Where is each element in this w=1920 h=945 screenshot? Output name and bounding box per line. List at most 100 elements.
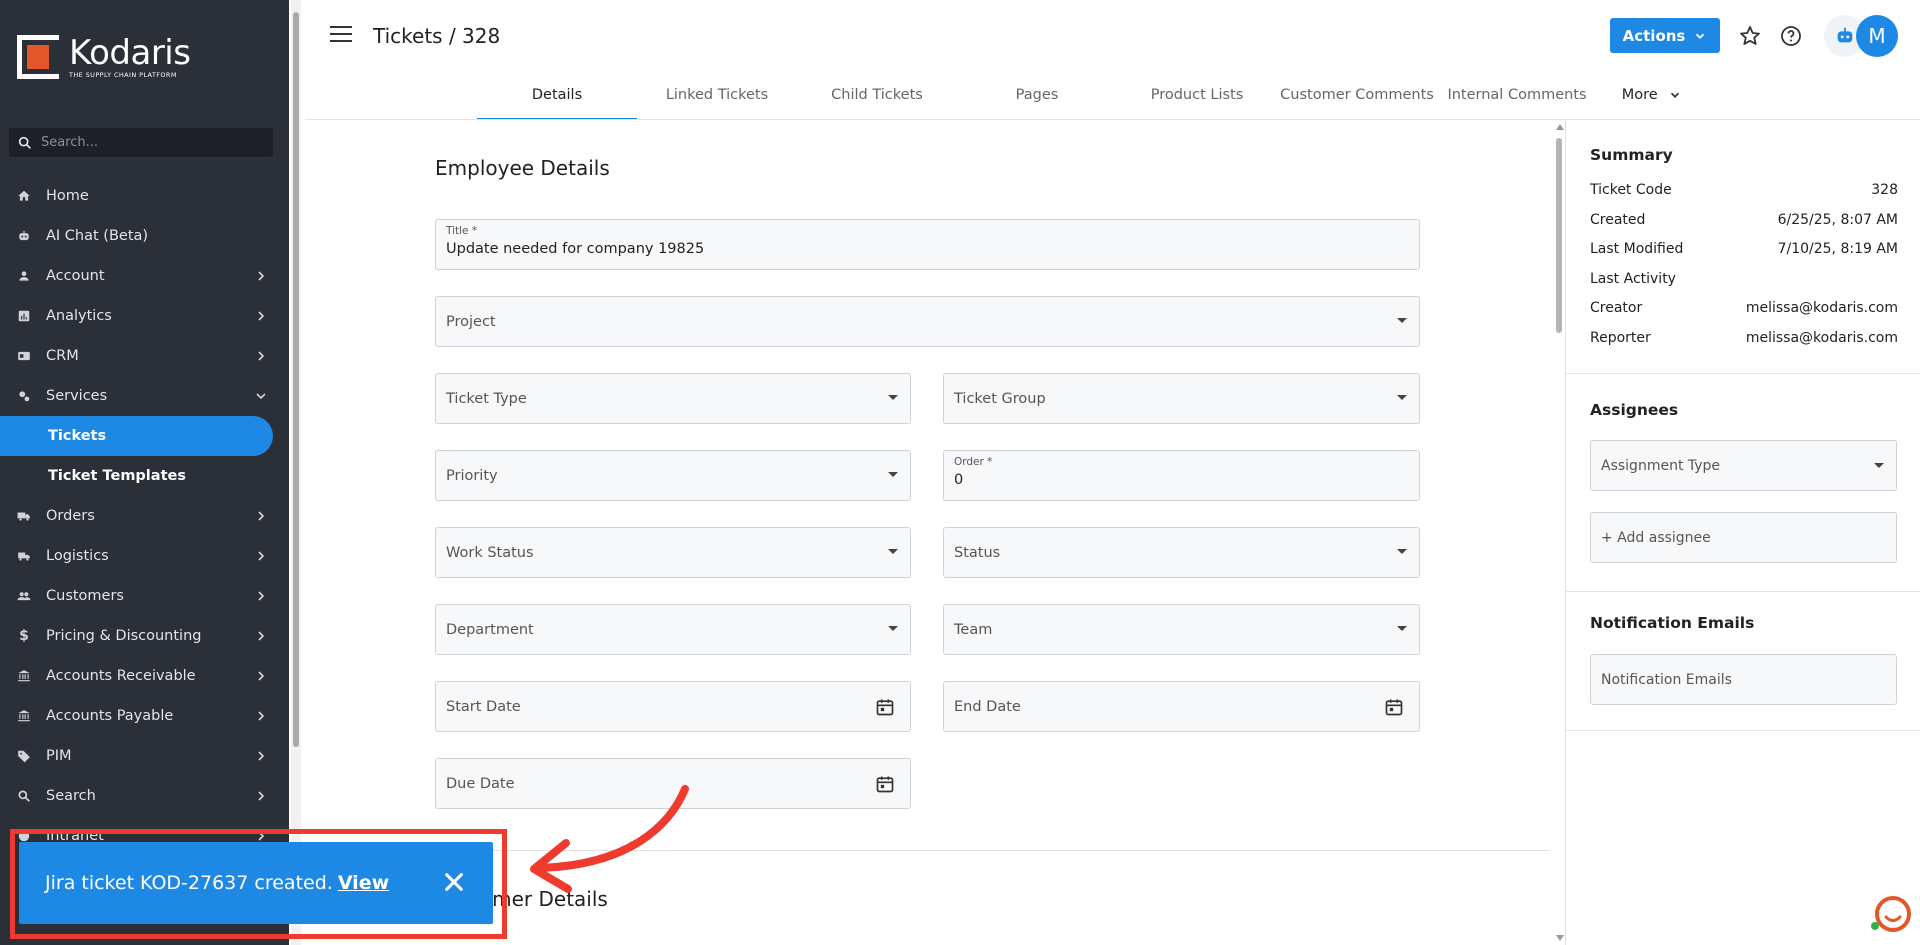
summary-key: Last Activity [1590, 271, 1676, 287]
summary-value: melissa@kodaris.com [1745, 330, 1898, 346]
sidebar-search-input[interactable] [41, 135, 251, 150]
sidebar-item-tickets[interactable]: Tickets [0, 416, 273, 456]
main-scrollbar-thumb[interactable] [1556, 138, 1562, 333]
tab-more-label: More [1621, 87, 1658, 103]
tab-internal-comments[interactable]: Internal Comments [1437, 74, 1597, 120]
notification-emails-label: Notification Emails [1601, 672, 1732, 688]
actions-button-label: Actions [1622, 26, 1686, 45]
menu-icon[interactable] [330, 26, 352, 46]
sidebar-item-account[interactable]: Account [0, 256, 289, 296]
order-field-label: Order * [954, 456, 993, 468]
kodaris-logo[interactable]: Kodaris THE SUPPLY CHAIN PLATFORM [17, 35, 191, 79]
toast-view-link[interactable]: View [338, 872, 389, 894]
avatar[interactable]: M [1856, 15, 1898, 57]
scroll-down-arrow-icon[interactable] [1556, 935, 1564, 941]
summary-value: 7/10/25, 8:19 AM [1777, 241, 1898, 257]
end-date-field[interactable]: End Date [943, 681, 1420, 732]
actions-button[interactable]: Actions [1610, 18, 1720, 53]
due-date-label: Due Date [446, 776, 515, 792]
sidebar-item-analytics[interactable]: Analytics [0, 296, 289, 336]
chat-support-icon[interactable] [1868, 892, 1912, 936]
star-icon[interactable] [1738, 24, 1762, 48]
title-field-value: Update needed for company 19825 [446, 241, 705, 257]
sidebar-item-home[interactable]: Home [0, 176, 289, 216]
help-icon[interactable] [1779, 24, 1803, 48]
summary-row: Creator melissa@kodaris.com [1590, 300, 1898, 316]
close-icon[interactable] [443, 871, 465, 893]
sidebar-item-accounts-receivable[interactable]: Accounts Receivable [0, 656, 289, 696]
annotation-arrow-icon [530, 785, 689, 893]
summary-row: Last Modified 7/10/25, 8:19 AM [1590, 241, 1898, 257]
sidebar-item-services[interactable]: Services [0, 376, 289, 416]
home-icon [16, 188, 32, 204]
dropdown-arrow-icon [1874, 463, 1884, 468]
tab-more[interactable]: More [1597, 74, 1707, 120]
chevron-right-icon [258, 351, 265, 361]
summary-key: Ticket Code [1590, 182, 1672, 198]
summary-value: melissa@kodaris.com [1745, 300, 1898, 316]
priority-select[interactable]: Priority [435, 450, 911, 501]
status-select[interactable]: Status [943, 527, 1420, 578]
tab-pages[interactable]: Pages [957, 74, 1117, 120]
panel-divider [1566, 373, 1920, 374]
calendar-icon[interactable] [875, 774, 895, 794]
assignees-title: Assignees [1590, 401, 1679, 419]
summary-row: Created 6/25/25, 8:07 AM [1590, 212, 1898, 228]
tab-product-lists[interactable]: Product Lists [1117, 74, 1277, 120]
tab-customer-comments[interactable]: Customer Comments [1277, 74, 1437, 120]
ticket-type-select[interactable]: Ticket Type [435, 373, 911, 424]
add-assignee-label: + Add assignee [1601, 530, 1711, 546]
work-status-select[interactable]: Work Status [435, 527, 911, 578]
team-select[interactable]: Team [943, 604, 1420, 655]
sidebar-item-pricing[interactable]: $ Pricing & Discounting [0, 616, 289, 656]
start-date-label: Start Date [446, 699, 521, 715]
sidebar-search[interactable] [9, 128, 273, 157]
sidebar-item-label: Services [46, 388, 108, 404]
start-date-field[interactable]: Start Date [435, 681, 911, 732]
end-date-label: End Date [954, 699, 1021, 715]
dropdown-arrow-icon [1397, 318, 1407, 323]
project-select[interactable]: Project [435, 296, 1420, 347]
sidebar-item-ai-chat[interactable]: AI Chat (Beta) [0, 216, 289, 256]
notification-emails-title: Notification Emails [1590, 614, 1755, 632]
department-select[interactable]: Department [435, 604, 911, 655]
assignment-type-select[interactable]: Assignment Type [1590, 440, 1897, 491]
team-label: Team [954, 622, 993, 638]
summary-row: Ticket Code 328 [1590, 182, 1898, 198]
sidebar-item-orders[interactable]: Orders [0, 496, 289, 536]
sidebar-item-label: Customers [46, 588, 124, 604]
order-field[interactable]: Order * 0 [943, 450, 1420, 501]
sidebar-item-crm[interactable]: CRM [0, 336, 289, 376]
tab-child-tickets[interactable]: Child Tickets [797, 74, 957, 120]
sidebar-scrollbar-thumb[interactable] [293, 12, 299, 747]
summary-title: Summary [1590, 146, 1673, 164]
title-field[interactable]: Title * Update needed for company 19825 [435, 219, 1420, 270]
truck-icon [16, 508, 32, 524]
sidebar-item-logistics[interactable]: Logistics [0, 536, 289, 576]
calendar-icon[interactable] [1384, 697, 1404, 717]
notification-emails-field[interactable]: Notification Emails [1590, 654, 1897, 705]
sidebar-item-search[interactable]: Search [0, 776, 289, 816]
brand-tagline: THE SUPPLY CHAIN PLATFORM [69, 70, 177, 79]
sidebar-item-pim[interactable]: PIM [0, 736, 289, 776]
sidebar-scrollbar[interactable] [291, 0, 301, 945]
sidebar-item-customers[interactable]: Customers [0, 576, 289, 616]
sidebar-item-label: AI Chat (Beta) [46, 228, 149, 244]
summary-key: Reporter [1590, 330, 1651, 346]
calendar-icon[interactable] [875, 697, 895, 717]
tab-linked-tickets[interactable]: Linked Tickets [637, 74, 797, 120]
add-assignee-button[interactable]: + Add assignee [1590, 512, 1897, 563]
dropdown-arrow-icon [888, 626, 898, 631]
tab-details[interactable]: Details [477, 74, 637, 120]
sidebar-item-accounts-payable[interactable]: Accounts Payable [0, 696, 289, 736]
main-scrollbar[interactable] [1553, 120, 1565, 945]
page-title: Tickets / 328 [373, 24, 501, 48]
dropdown-arrow-icon [888, 472, 898, 477]
bank-icon [16, 708, 32, 724]
summary-key: Created [1590, 212, 1646, 228]
ticket-group-select[interactable]: Ticket Group [943, 373, 1420, 424]
sidebar-item-ticket-templates[interactable]: Ticket Templates [0, 456, 289, 496]
sidebar-item-label: Logistics [46, 548, 109, 564]
analytics-icon [16, 308, 32, 324]
scroll-up-arrow-icon[interactable] [1556, 124, 1564, 130]
